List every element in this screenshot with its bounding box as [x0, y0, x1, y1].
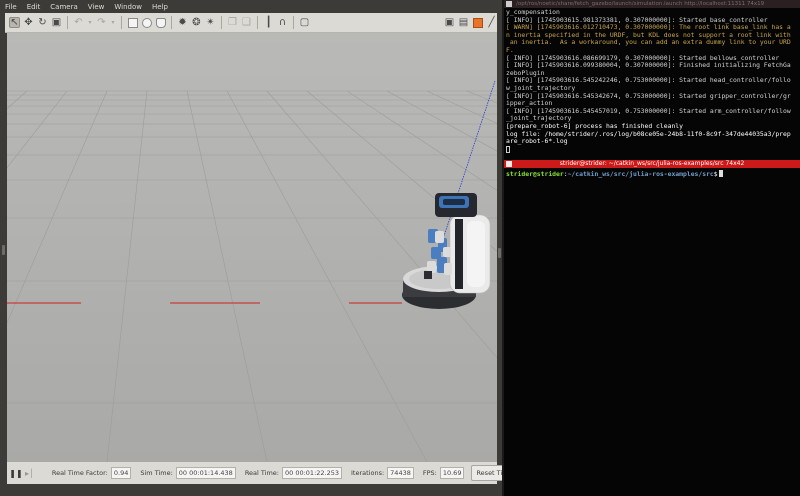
copy-icon[interactable]: ❐ — [227, 17, 238, 28]
step-icon[interactable]: ▸│ — [25, 468, 34, 479]
shell-prompt: strider@strider:~/catkin_ws/src/julia-ro… — [506, 170, 723, 178]
plot-icon[interactable]: ╱ — [486, 17, 497, 28]
scene-render — [7, 33, 497, 462]
launch-terminal-cursor — [506, 145, 510, 153]
rotate-icon[interactable]: ↻ — [37, 17, 48, 28]
status-bar: ❚❚ ▸│ Real Time Factor: 0.94 Sim Time: 0… — [7, 462, 518, 484]
box-icon[interactable] — [127, 17, 138, 28]
sim-time-label: Sim Time: — [140, 469, 173, 477]
menu-file[interactable]: File — [5, 3, 17, 11]
toolbar-separator — [257, 16, 258, 29]
paste-icon[interactable]: ❑ — [241, 17, 252, 28]
launch-terminal[interactable]: /opt/ros/noetic/share/fetch_gazebo/launc… — [504, 0, 800, 160]
undo-dropdown-icon[interactable]: ▾ — [87, 17, 93, 28]
fps-label: FPS: — [422, 469, 437, 477]
toolbar-separator — [67, 16, 68, 29]
iterations-value: 74438 — [387, 467, 414, 479]
desktop: File Edit Camera View Window Help ↖ ✥ ↻ … — [0, 0, 800, 496]
window-bottom-edge — [0, 484, 502, 496]
fps-value: 10.69 — [439, 467, 465, 479]
real-time-factor-label: Real Time Factor: — [51, 469, 108, 477]
launch-terminal-output: y_compensation[ INFO] [1745903615.981373… — [506, 8, 798, 155]
align-icon[interactable]: ┃ — [263, 17, 274, 28]
point-light-icon[interactable]: ✹ — [177, 17, 188, 28]
left-panel-collapsed[interactable] — [0, 33, 7, 496]
3d-viewport[interactable] — [7, 33, 497, 462]
screenshot-icon[interactable]: ▣ — [444, 17, 455, 28]
spot-light-icon[interactable]: ❂ — [191, 17, 202, 28]
launch-terminal-cursor-line — [506, 145, 798, 155]
shell-terminal-title: strider@strider: ~/catkin_ws/src/julia-r… — [504, 160, 800, 168]
terminal-output-line: an inertia. As a workaround, you can add… — [506, 38, 791, 47]
right-panel-grip-icon[interactable] — [498, 248, 501, 258]
gazebo-window: File Edit Camera View Window Help ↖ ✥ ↻ … — [0, 0, 518, 496]
menu-edit[interactable]: Edit — [27, 3, 41, 11]
prompt-user: strider@strider — [506, 170, 564, 178]
undo-icon[interactable]: ↶ — [73, 17, 84, 28]
snap-icon[interactable]: ∩ — [277, 17, 288, 28]
record-icon[interactable] — [472, 17, 483, 28]
toolbar-separator — [221, 16, 222, 29]
real-time-label: Real Time: — [244, 469, 279, 477]
terminal-menu-icon[interactable] — [506, 161, 512, 167]
menu-help[interactable]: Help — [152, 3, 168, 11]
redo-dropdown-icon[interactable]: ▾ — [110, 17, 116, 28]
change-view-icon[interactable]: ▢ — [299, 17, 310, 28]
terminal-output-line: are_robot-6*.log — [506, 137, 568, 146]
terminal-output-line: [ INFO] [1745903616.099380004, 0.3070000… — [506, 61, 791, 70]
menu-window[interactable]: Window — [114, 3, 142, 11]
menu-camera[interactable]: Camera — [50, 3, 77, 11]
redo-icon[interactable]: ↷ — [96, 17, 107, 28]
sphere-icon[interactable] — [141, 17, 152, 28]
prompt-dollar: $ — [713, 170, 718, 178]
directional-light-icon[interactable]: ✴ — [205, 17, 216, 28]
shell-terminal-title-text: strider@strider: ~/catkin_ws/src/julia-r… — [559, 160, 745, 167]
cylinder-icon[interactable] — [155, 17, 166, 28]
log-icon[interactable]: ▤ — [458, 17, 469, 28]
sim-time-value: 00 00:01:14.438 — [175, 467, 236, 479]
scale-icon[interactable]: ▣ — [51, 17, 62, 28]
pause-icon[interactable]: ❚❚ — [9, 468, 22, 479]
menu-bar: File Edit Camera View Window Help — [0, 0, 502, 13]
terminal-menu-icon[interactable] — [506, 1, 512, 7]
toolbar: ↖ ✥ ↻ ▣ ↶ ▾ ↷ ▾ ✹ ❂ ✴ ❐ ❑ ┃ ∩ ▢ ▣ ▤ ╱ — [5, 13, 497, 33]
real-time-value: 00 00:01:22.253 — [282, 467, 343, 479]
left-panel-grip-icon[interactable] — [2, 245, 5, 255]
shell-terminal[interactable]: strider@strider:~/catkin_ws/src/julia-ro… — [504, 168, 800, 496]
toolbar-separator — [121, 16, 122, 29]
select-arrow-icon[interactable]: ↖ — [9, 17, 20, 28]
menu-view[interactable]: View — [88, 3, 105, 11]
real-time-factor-value: 0.94 — [110, 467, 132, 479]
shell-cursor — [718, 170, 723, 177]
translate-icon[interactable]: ✥ — [23, 17, 34, 28]
prompt-path: ~/catkin_ws/src/julia-ros-examples/src — [567, 170, 714, 178]
toolbar-separator — [171, 16, 172, 29]
toolbar-separator — [293, 16, 294, 29]
iterations-label: Iterations: — [351, 469, 385, 477]
launch-terminal-title: /opt/ros/noetic/share/fetch_gazebo/launc… — [504, 0, 800, 8]
